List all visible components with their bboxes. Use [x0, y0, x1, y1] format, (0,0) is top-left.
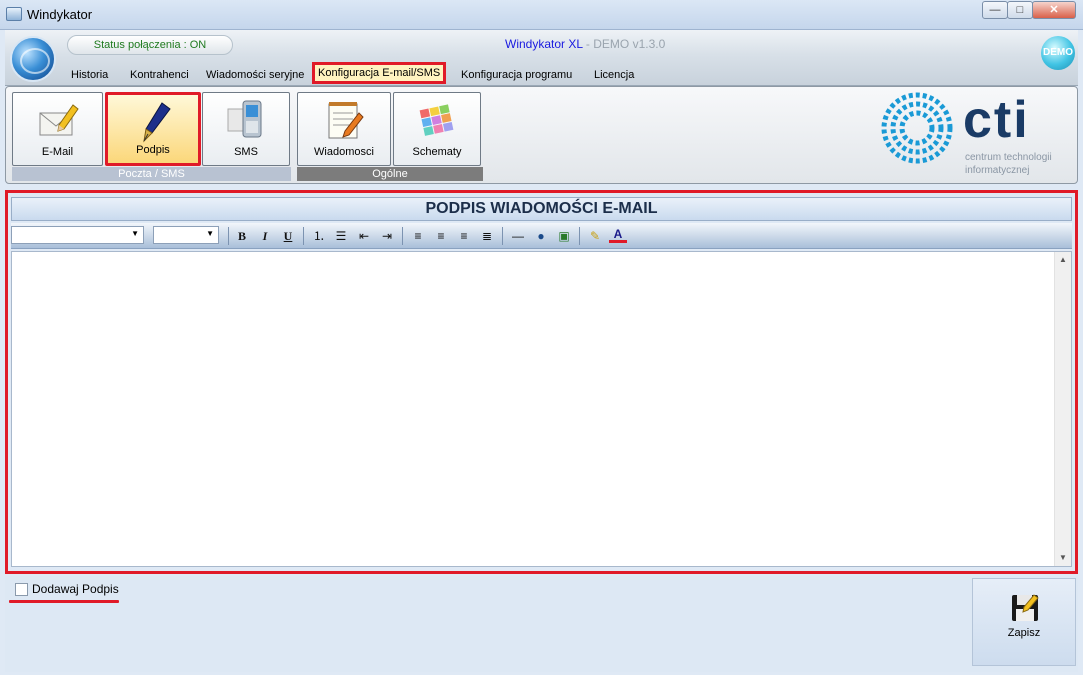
fountain-pen-icon: [143, 102, 171, 143]
window-titlebar: Windykator — □ ✕: [0, 0, 1083, 30]
font-family-select[interactable]: [11, 226, 144, 244]
logo-line1: centrum technologii: [965, 152, 1052, 163]
add-signature-label[interactable]: Dodawaj Podpis: [32, 582, 119, 596]
cti-emblem-icon: [881, 92, 953, 164]
outdent-icon[interactable]: ⇤: [355, 227, 373, 245]
email-pencil-icon: [39, 104, 79, 136]
podpis-button[interactable]: Podpis: [105, 92, 201, 166]
cti-logo: cti centrum technologii informatycznej: [875, 90, 1070, 182]
email-button[interactable]: E-Mail: [12, 92, 103, 166]
save-button[interactable]: Zapisz: [972, 578, 1076, 666]
scroll-up-icon[interactable]: ▲: [1055, 252, 1071, 268]
app-header: Status połączenia : ON Windykator XL - D…: [5, 30, 1078, 86]
toolbar-separator: [303, 227, 304, 245]
menu-item-historia[interactable]: Historia: [71, 69, 108, 81]
italic-button[interactable]: I: [256, 227, 274, 245]
menu-item-konfiguracja-email-sms[interactable]: Konfiguracja E-mail/SMS: [312, 62, 447, 84]
signature-text-area[interactable]: ▲ ▼: [11, 251, 1072, 567]
wiadomosci-button[interactable]: Wiadomosci: [297, 92, 391, 166]
group-poczta-sms: Poczta / SMS: [12, 167, 291, 181]
indent-icon[interactable]: ⇥: [378, 227, 396, 245]
bottom-panel: Dodawaj Podpis Zapisz: [5, 576, 1078, 672]
wiadomosci-button-label: Wiadomosci: [314, 146, 374, 158]
demo-badge: DEMO: [1041, 36, 1075, 70]
app-icon: [6, 7, 22, 21]
app-title: Windykator XL - DEMO v1.3.0: [505, 37, 665, 51]
group-ogolne: Ogólne: [297, 167, 483, 181]
scroll-down-icon[interactable]: ▼: [1055, 550, 1071, 566]
phone-icon: [227, 100, 262, 138]
color-palette-icon: [419, 104, 454, 136]
toolbar-separator: [502, 227, 503, 245]
globe-icon[interactable]: [10, 36, 56, 82]
logo-text: cti: [963, 91, 1030, 149]
menu-item-wiadomosci-seryjne[interactable]: Wiadomości seryjne: [206, 69, 304, 81]
menu-item-kontrahenci[interactable]: Kontrahenci: [130, 69, 189, 81]
sms-button-label: SMS: [234, 146, 258, 158]
highlight-icon[interactable]: ✎: [586, 227, 604, 245]
schematy-button[interactable]: Schematy: [393, 92, 481, 166]
justify-icon[interactable]: ≣: [478, 227, 496, 245]
close-button[interactable]: ✕: [1032, 1, 1076, 19]
toolbar-separator: [402, 227, 403, 245]
signature-editor-panel: PODPIS WIADOMOŚCI E-MAIL B I U ⒈ ☰ ⇤ ⇥ ≡…: [5, 190, 1078, 574]
vertical-scrollbar[interactable]: ▲ ▼: [1054, 252, 1071, 566]
add-signature-checkbox[interactable]: [15, 583, 28, 596]
podpis-button-label: Podpis: [136, 144, 170, 156]
align-left-icon[interactable]: ≡: [409, 227, 427, 245]
align-right-icon[interactable]: ≡: [455, 227, 473, 245]
sms-button[interactable]: SMS: [202, 92, 290, 166]
app-version: - DEMO v1.3.0: [582, 37, 666, 51]
toolbar-separator: [228, 227, 229, 245]
toolbar-separator: [579, 227, 580, 245]
app-name: Windykator XL: [505, 37, 583, 51]
font-color-icon[interactable]: A: [609, 227, 627, 243]
underline-button[interactable]: U: [279, 227, 297, 245]
floppy-disk-icon: [1012, 594, 1039, 621]
image-icon[interactable]: ▣: [555, 227, 573, 245]
connection-status: Status połączenia : ON: [67, 35, 233, 55]
editor-title: PODPIS WIADOMOŚCI E-MAIL: [11, 197, 1072, 221]
horizontal-rule-icon[interactable]: —: [509, 227, 527, 245]
highlight-underline: [9, 600, 119, 603]
email-button-label: E-Mail: [41, 146, 74, 158]
link-icon[interactable]: ●: [532, 227, 550, 245]
schematy-button-label: Schematy: [412, 146, 462, 158]
maximize-button[interactable]: □: [1007, 1, 1033, 19]
font-size-select[interactable]: [153, 226, 219, 244]
ordered-list-icon[interactable]: ⒈: [310, 227, 328, 245]
align-center-icon[interactable]: ≡: [432, 227, 450, 245]
logo-line2: informatycznej: [965, 165, 1030, 176]
unordered-list-icon[interactable]: ☰: [332, 227, 350, 245]
menu-item-konfiguracja-programu[interactable]: Konfiguracja programu: [461, 69, 572, 81]
notepad-icon: [328, 102, 364, 139]
minimize-button[interactable]: —: [982, 1, 1008, 19]
menu-item-licencja[interactable]: Licencja: [594, 69, 634, 81]
window-title: Windykator: [27, 7, 93, 22]
bold-button[interactable]: B: [233, 227, 251, 245]
editor-toolbar: B I U ⒈ ☰ ⇤ ⇥ ≡ ≡ ≡ ≣ — ● ▣ ✎ A: [11, 223, 1072, 249]
save-button-label: Zapisz: [1007, 627, 1041, 639]
